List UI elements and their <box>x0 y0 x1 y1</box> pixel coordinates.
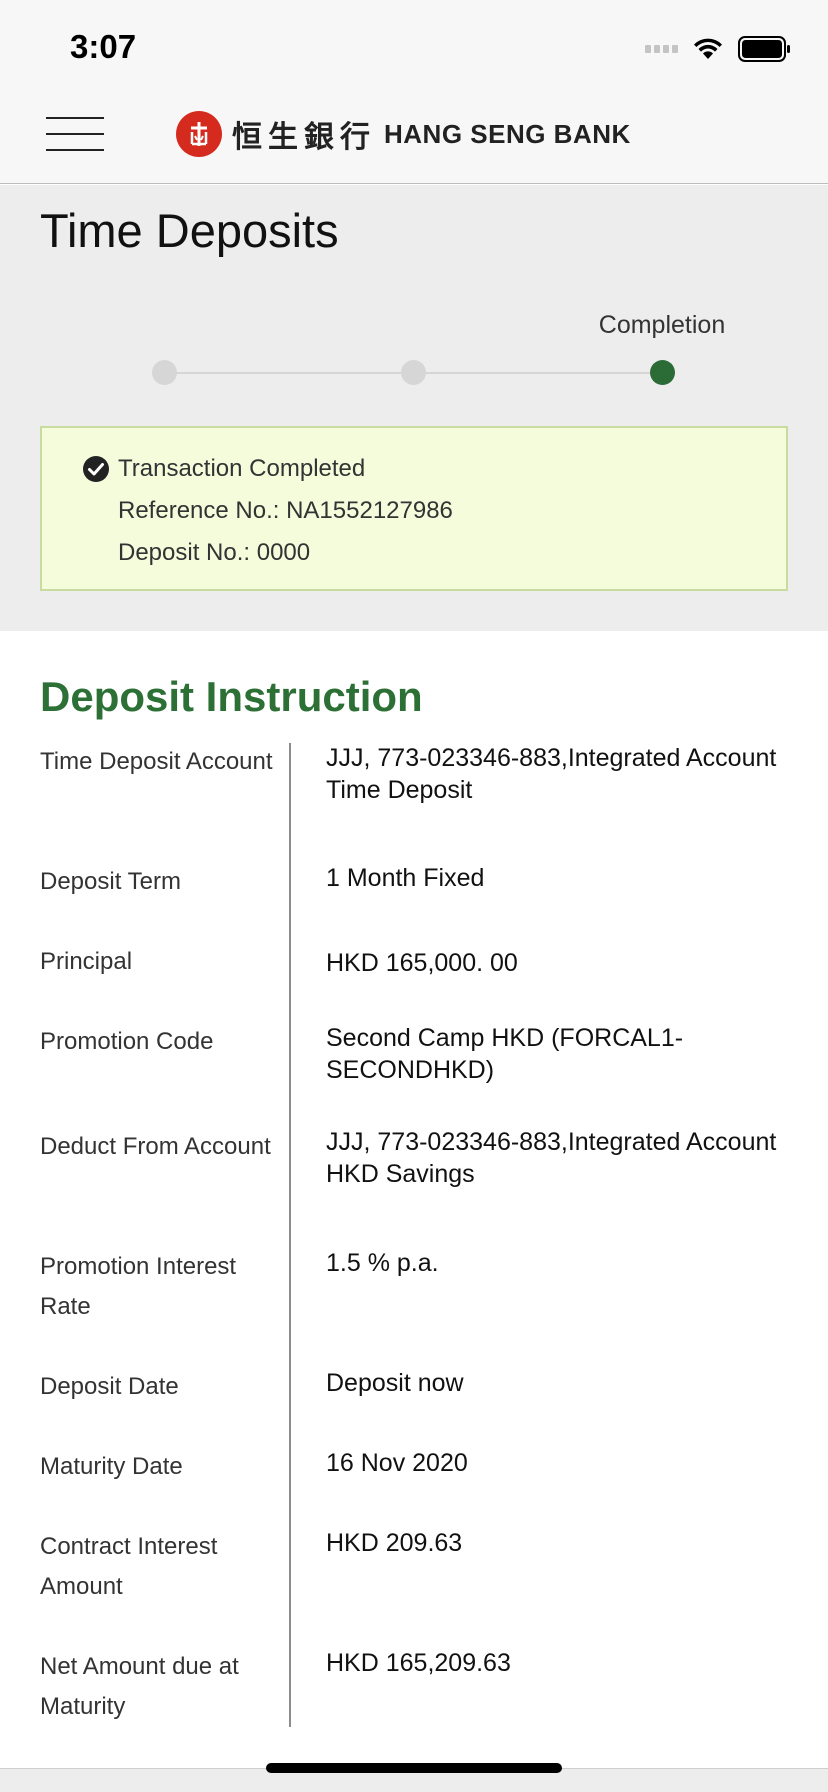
step-dot-1 <box>152 360 177 385</box>
reference-number: Reference No.: NA1552127986 <box>118 497 453 524</box>
battery-icon <box>738 36 790 62</box>
page-title: Time Deposits <box>40 204 339 257</box>
summary-panel: Time Deposits Completion Transaction Com… <box>0 185 828 631</box>
value-net-amount-due-at-maturity: HKD 165,209.63 <box>326 1649 511 1677</box>
value-deposit-term: 1 Month Fixed <box>326 864 485 892</box>
label-net-amount-due-at-maturity: Net Amount due at Maturity <box>40 1653 239 1720</box>
current-step-label: Completion <box>598 311 726 339</box>
value-promotion-interest-rate: 1.5 % p.a. <box>326 1249 439 1277</box>
label-time-deposit-account: Time Deposit Account <box>40 748 273 775</box>
label-deposit-date: Deposit Date <box>40 1373 179 1400</box>
value-promotion-code: Second Camp HKD (FORCAL1-SECONDHKD) <box>326 1024 684 1084</box>
label-contract-interest-amount: Contract Interest Amount <box>40 1533 218 1600</box>
app-header: 恒生銀行 HANG SENG BANK <box>0 92 828 184</box>
menu-button[interactable] <box>46 114 104 154</box>
label-promotion-interest-rate: Promotion Interest Rate <box>40 1253 237 1320</box>
hang-seng-emblem-icon <box>176 111 222 157</box>
status-time: 3:07 <box>70 28 137 65</box>
value-deposit-date: Deposit now <box>326 1369 464 1397</box>
step-dot-2 <box>401 360 426 385</box>
label-promotion-code: Promotion Code <box>40 1028 214 1055</box>
value-principal: HKD 165,000. 00 <box>326 949 518 977</box>
step-dot-3 <box>650 360 675 385</box>
column-divider <box>289 743 291 1727</box>
check-circle-icon <box>83 456 109 482</box>
label-deduct-from-account: Deduct From Account <box>40 1133 271 1160</box>
wifi-icon <box>694 38 722 59</box>
status-icons <box>645 36 792 62</box>
logo-english-text: HANG SENG BANK <box>384 118 631 149</box>
status-bar: 3:07 <box>0 0 828 92</box>
bank-logo: 恒生銀行 HANG SENG BANK <box>176 110 631 158</box>
cellular-signal-icon <box>645 45 678 53</box>
value-time-deposit-account: JJJ, 773-023346-883,Integrated Account T… <box>326 744 777 804</box>
label-maturity-date: Maturity Date <box>40 1453 183 1480</box>
transaction-notice: Transaction Completed Reference No.: NA1… <box>40 426 788 591</box>
transaction-status: Transaction Completed <box>118 455 366 482</box>
value-maturity-date: 16 Nov 2020 <box>326 1449 468 1477</box>
value-contract-interest-amount: HKD 209.63 <box>326 1529 463 1557</box>
label-deposit-term: Deposit Term <box>40 868 181 895</box>
value-deduct-from-account: JJJ, 773-023346-883,Integrated Account H… <box>326 1128 777 1188</box>
label-principal: Principal <box>40 948 133 975</box>
home-indicator[interactable] <box>266 1763 562 1773</box>
deposit-number: Deposit No.: 0000 <box>118 539 311 566</box>
logo-chinese-text: 恒生銀行 <box>232 120 376 155</box>
section-title: Deposit Instruction <box>40 673 423 720</box>
